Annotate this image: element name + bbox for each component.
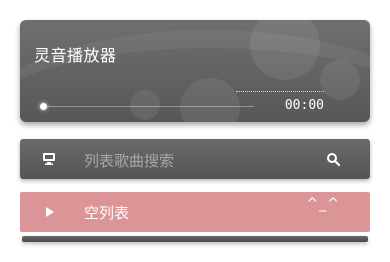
emoticon: ^_^ <box>306 196 340 212</box>
search-bar[interactable]: 列表歌曲搜索 <box>20 139 370 179</box>
player-title: 灵音播放器 <box>34 46 117 65</box>
list-bottom-bar <box>22 236 368 242</box>
search-icon[interactable] <box>326 152 340 166</box>
decorative-bokeh <box>130 90 160 120</box>
divider <box>236 91 324 92</box>
search-input[interactable]: 列表歌曲搜索 <box>84 150 174 171</box>
player-panel: 灵音播放器 00:00 <box>20 20 370 122</box>
playlist-item[interactable]: 空列表 ^_^ <box>20 192 370 232</box>
play-icon[interactable] <box>46 207 54 217</box>
progress-handle[interactable] <box>40 103 47 110</box>
playlist-label: 空列表 <box>84 204 130 222</box>
progress-bar[interactable] <box>42 106 254 107</box>
time-display: 00:00 <box>284 98 324 113</box>
monitor-icon <box>43 153 55 165</box>
decorative-bokeh <box>320 60 360 100</box>
